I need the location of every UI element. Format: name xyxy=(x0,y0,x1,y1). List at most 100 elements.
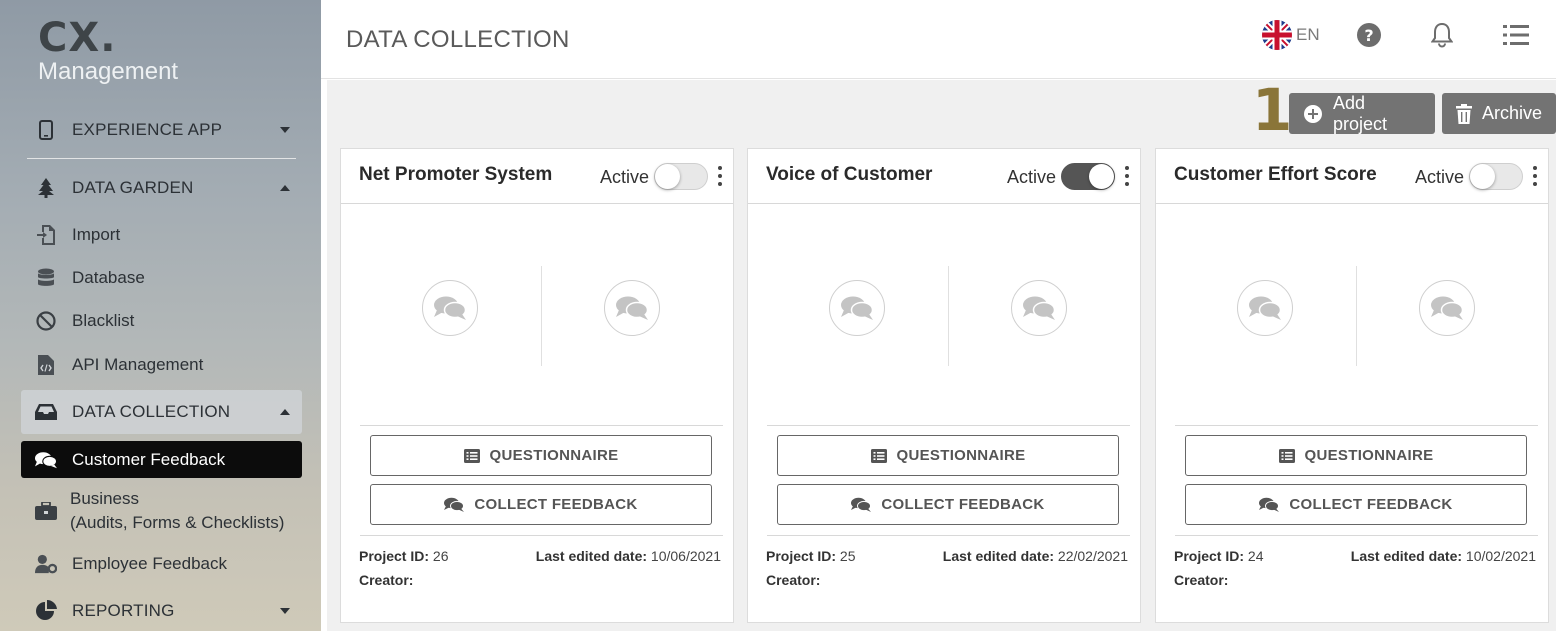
sidebar-item-label-group: Business (Audits, Forms & Checklists) xyxy=(70,487,284,535)
comments-icon xyxy=(829,280,885,336)
comments-icon xyxy=(1259,497,1280,512)
creator: Creator: xyxy=(766,572,820,588)
card-preview xyxy=(1156,266,1548,366)
comments-icon xyxy=(1011,280,1067,336)
ban-icon xyxy=(35,310,57,332)
chevron-up-icon xyxy=(280,185,290,191)
uk-flag-icon xyxy=(1262,20,1292,50)
questionnaire-button[interactable]: QUESTIONNAIRE xyxy=(370,435,712,476)
project-id-value: 26 xyxy=(432,548,449,564)
preview-divider xyxy=(1356,266,1357,366)
project-card: Net Promoter System Active QUESTIONNAIRE xyxy=(340,148,734,623)
questionnaire-label: QUESTIONNAIRE xyxy=(489,447,619,464)
language-code: EN xyxy=(1296,25,1320,44)
toggle-knob xyxy=(1089,164,1114,189)
comments-icon xyxy=(851,497,872,512)
collect-feedback-button[interactable]: COLLECT FEEDBACK xyxy=(777,484,1119,525)
logo-main: CX. xyxy=(38,15,117,61)
more-vertical-icon[interactable] xyxy=(717,166,723,186)
comments-icon xyxy=(604,280,660,336)
questionnaire-button[interactable]: QUESTIONNAIRE xyxy=(777,435,1119,476)
sidebar-item-reporting[interactable]: REPORTING xyxy=(21,591,302,631)
file-import-icon xyxy=(35,224,57,246)
more-vertical-icon[interactable] xyxy=(1532,166,1538,186)
questionnaire-button[interactable]: QUESTIONNAIRE xyxy=(1185,435,1527,476)
creator-label: Creator: xyxy=(359,572,414,588)
sidebar-item-label: Database xyxy=(72,268,145,287)
last-edited: Last edited date: 10/06/2021 xyxy=(536,548,721,564)
sidebar-item-customer-feedback[interactable]: Customer Feedback xyxy=(21,441,302,478)
sidebar-item-import[interactable]: Import xyxy=(21,215,302,255)
logo-subtitle: Management xyxy=(38,58,179,85)
last-edited-value: 10/06/2021 xyxy=(650,548,721,564)
trash-icon xyxy=(1456,103,1472,124)
project-id-label: Project ID: xyxy=(766,548,837,564)
collect-feedback-label: COLLECT FEEDBACK xyxy=(1289,496,1453,513)
toggle-knob xyxy=(1470,164,1495,189)
sidebar-item-database[interactable]: Database xyxy=(21,258,302,298)
creator: Creator: xyxy=(1174,572,1228,588)
language-selector[interactable]: EN xyxy=(1262,20,1320,50)
file-code-icon xyxy=(35,354,57,376)
sidebar-item-experience-app[interactable]: EXPERIENCE APP xyxy=(21,110,302,150)
smartphone-icon xyxy=(35,119,57,141)
card-title[interactable]: Net Promoter System xyxy=(359,164,552,186)
preview-divider xyxy=(541,266,542,366)
sidebar-item-blacklist[interactable]: Blacklist xyxy=(21,301,302,341)
sidebar-item-data-collection[interactable]: DATA COLLECTION xyxy=(21,390,302,434)
sidebar-item-api-management[interactable]: API Management xyxy=(21,345,302,385)
bell-icon[interactable] xyxy=(1427,20,1457,50)
questionnaire-label: QUESTIONNAIRE xyxy=(896,447,1026,464)
tree-icon xyxy=(35,177,57,199)
comments-icon xyxy=(1419,280,1475,336)
sidebar-item-employee-feedback[interactable]: Employee Feedback xyxy=(21,544,302,584)
sidebar-item-data-garden[interactable]: DATA GARDEN xyxy=(21,168,302,208)
card-title[interactable]: Customer Effort Score xyxy=(1174,164,1377,186)
sidebar-item-label: Blacklist xyxy=(72,311,135,330)
chevron-down-icon xyxy=(280,608,290,614)
archive-button[interactable]: Archive xyxy=(1442,93,1556,134)
collect-feedback-button[interactable]: COLLECT FEEDBACK xyxy=(370,484,712,525)
collect-feedback-label: COLLECT FEEDBACK xyxy=(881,496,1045,513)
active-toggle[interactable] xyxy=(654,163,708,190)
sidebar-item-label: API Management xyxy=(72,355,204,374)
last-edited-label: Last edited date: xyxy=(535,548,648,564)
last-edited-label: Last edited date: xyxy=(942,548,1055,564)
sidebar: CX. Management EXPERIENCE APP DATA GARDE… xyxy=(0,0,321,631)
collect-feedback-button[interactable]: COLLECT FEEDBACK xyxy=(1185,484,1527,525)
card-divider xyxy=(767,425,1130,426)
chevron-up-icon xyxy=(280,409,290,415)
help-icon[interactable]: ? xyxy=(1354,20,1384,50)
project-id-value: 25 xyxy=(839,548,856,564)
plus-circle-icon xyxy=(1303,104,1323,124)
add-project-button[interactable]: Add project xyxy=(1289,93,1435,134)
card-divider xyxy=(360,535,723,536)
sidebar-item-label: DATA GARDEN xyxy=(72,178,194,197)
active-toggle[interactable] xyxy=(1061,163,1115,190)
inbox-icon xyxy=(35,401,57,423)
main-content: 1 Add project Archive Net Promoter Syste… xyxy=(327,80,1556,631)
project-card: Customer Effort Score Active QUESTIONNAI… xyxy=(1155,148,1549,623)
project-id-value: 24 xyxy=(1247,548,1264,564)
active-label: Active xyxy=(1006,167,1056,187)
sidebar-item-business[interactable]: Business (Audits, Forms & Checklists) xyxy=(21,484,302,538)
active-toggle[interactable] xyxy=(1469,163,1523,190)
card-divider xyxy=(767,535,1130,536)
card-preview xyxy=(341,266,733,366)
more-vertical-icon[interactable] xyxy=(1124,166,1130,186)
list-alt-icon xyxy=(1278,448,1295,463)
sidebar-item-label: Customer Feedback xyxy=(72,449,226,469)
list-menu-icon[interactable] xyxy=(1501,20,1531,50)
creator-label: Creator: xyxy=(766,572,821,588)
card-divider xyxy=(360,425,723,426)
last-edited-value: 22/02/2021 xyxy=(1057,548,1128,564)
questionnaire-label: QUESTIONNAIRE xyxy=(1304,447,1434,464)
card-divider xyxy=(1175,425,1538,426)
card-title[interactable]: Voice of Customer xyxy=(766,164,932,186)
logo[interactable]: CX. Management xyxy=(38,16,178,86)
creator: Creator: xyxy=(359,572,413,588)
card-divider xyxy=(1175,535,1538,536)
archive-label: Archive xyxy=(1482,103,1543,123)
card-header: Net Promoter System Active xyxy=(341,149,733,204)
card-header: Voice of Customer Active xyxy=(748,149,1140,204)
